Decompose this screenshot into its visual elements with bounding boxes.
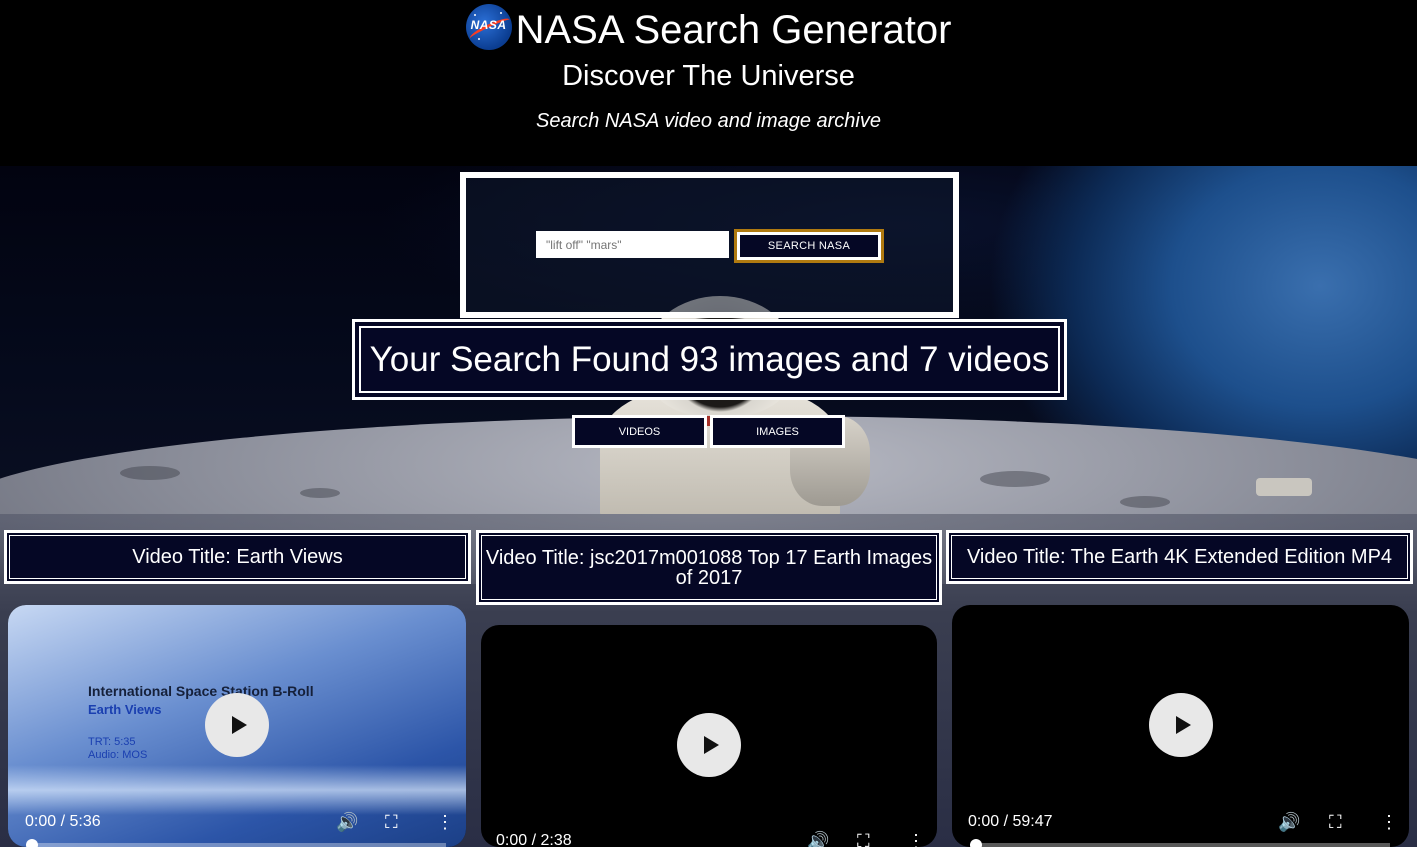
results-summary: Your Search Found 93 images and 7 videos	[359, 326, 1060, 393]
video-player[interactable]: 0:00 / 59:47 🔊 ⛶ ⋮	[952, 605, 1409, 847]
play-icon[interactable]	[1149, 693, 1213, 757]
video-time: 0:00 / 59:47	[968, 813, 1053, 830]
thumbnail-subheading: Earth Views	[88, 702, 162, 717]
video-title-card: Video Title: Earth Views	[4, 530, 471, 584]
video-progress-bar[interactable]	[28, 843, 446, 847]
volume-icon[interactable]: 🔊	[807, 832, 829, 847]
thumbnail-audio: Audio: MOS	[88, 749, 148, 761]
progress-handle[interactable]	[970, 839, 982, 847]
more-vert-icon[interactable]: ⋮	[1380, 813, 1398, 831]
more-vert-icon[interactable]: ⋮	[436, 813, 454, 831]
results-summary-box: Your Search Found 93 images and 7 videos	[352, 319, 1067, 400]
fullscreen-icon[interactable]: ⛶	[385, 813, 398, 831]
subtitle: Discover The Universe	[562, 60, 855, 92]
fullscreen-icon[interactable]: ⛶	[1329, 813, 1342, 831]
tagline: Search NASA video and image archive	[536, 110, 881, 132]
video-title-card: Video Title: jsc2017m001088 Top 17 Earth…	[476, 530, 942, 605]
video-title: Video Title: jsc2017m001088 Top 17 Earth…	[485, 546, 933, 589]
volume-icon[interactable]: 🔊	[1278, 813, 1300, 831]
play-icon[interactable]	[205, 693, 269, 757]
video-title-card: Video Title: The Earth 4K Extended Editi…	[946, 530, 1413, 584]
logo-text: NASA	[470, 18, 507, 32]
thumbnail-trt: TRT: 5:35	[88, 736, 136, 748]
video-progress-bar[interactable]	[972, 843, 1390, 847]
site-header: NASA NASA Search Generator Discover The …	[0, 0, 1417, 166]
title-row: NASA NASA Search Generator	[0, 4, 1417, 56]
play-icon[interactable]	[677, 713, 741, 777]
app-title: NASA Search Generator	[515, 8, 952, 52]
video-player[interactable]: International Space Station B-Roll Earth…	[8, 605, 466, 847]
thumbnail-heading: International Space Station B-Roll	[88, 683, 314, 699]
videos-tab-button[interactable]: VIDEOS	[572, 415, 707, 448]
video-player[interactable]: 0:00 / 2:38 🔊 ⛶ ⋮	[481, 625, 937, 847]
search-input[interactable]	[536, 231, 729, 258]
video-time: 0:00 / 5:36	[25, 813, 101, 830]
video-title: Video Title: Earth Views	[132, 546, 343, 568]
nasa-logo: NASA	[465, 4, 512, 50]
more-vert-icon[interactable]: ⋮	[907, 832, 925, 847]
video-time: 0:00 / 2:38	[496, 832, 572, 847]
progress-handle[interactable]	[26, 839, 38, 847]
images-tab-button[interactable]: IMAGES	[710, 415, 845, 448]
fullscreen-icon[interactable]: ⛶	[857, 832, 870, 847]
search-button[interactable]: SEARCH NASA	[734, 229, 884, 263]
volume-icon[interactable]: 🔊	[336, 813, 358, 831]
video-title: Video Title: The Earth 4K Extended Editi…	[966, 546, 1393, 568]
rover-image	[1256, 478, 1312, 496]
